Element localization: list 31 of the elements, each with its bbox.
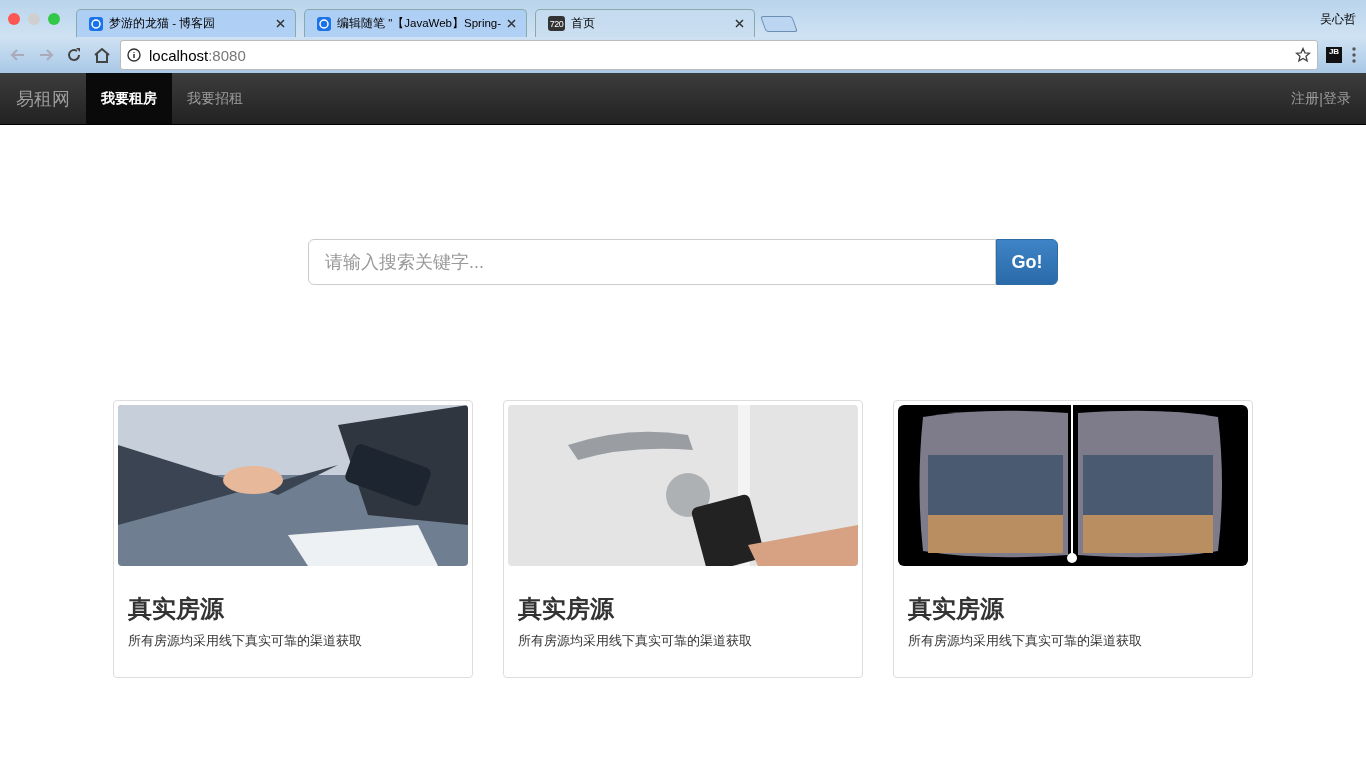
browser-tab[interactable]: 梦游的龙猫 - 博客园 [76, 9, 296, 37]
card-description: 所有房源均采用线下真实可靠的渠道获取 [908, 632, 1143, 650]
search-field[interactable]: 请输入搜索关键字... [308, 239, 996, 285]
extension-icon[interactable]: JB [1326, 47, 1342, 63]
home-icon[interactable] [92, 45, 112, 65]
nav-tab[interactable]: 我要招租 [172, 73, 258, 124]
nav-tab[interactable]: 我要租房 [86, 73, 172, 124]
card-title: 真实房源 [128, 594, 225, 624]
url-text: localhost:8080 [149, 46, 246, 64]
login-link[interactable]: 登录 [1323, 89, 1351, 108]
register-link[interactable]: 注册 [1291, 89, 1320, 108]
browser-tab[interactable]: 720 首页 [535, 9, 756, 37]
close-tab-icon[interactable] [507, 19, 517, 28]
card-title: 真实房源 [908, 594, 1005, 624]
site-icon [317, 16, 331, 31]
separator-text: | [1319, 90, 1323, 107]
close-tab-icon[interactable] [276, 19, 285, 28]
site-icon: 720 [548, 16, 566, 31]
address-bar[interactable]: localhost:8080 [120, 40, 1318, 70]
card-description: 所有房源均采用线下真实可靠的渠道获取 [518, 632, 753, 650]
star-icon[interactable] [1295, 47, 1311, 63]
browser-tab[interactable]: 编辑随笔 "【JavaWeb】Spring- [304, 9, 528, 37]
card-description: 所有房源均采用线下真实可靠的渠道获取 [128, 632, 363, 650]
user-name[interactable]: 吴心哲 [1320, 11, 1356, 28]
close-tab-icon[interactable] [735, 19, 745, 28]
go-button[interactable]: Go! [996, 239, 1058, 285]
card-title: 真实房源 [518, 594, 615, 624]
site-logo[interactable]: 易租网 [0, 73, 86, 124]
menu-icon[interactable] [1350, 46, 1358, 64]
site-icon [89, 16, 103, 31]
info-icon[interactable] [127, 48, 141, 62]
